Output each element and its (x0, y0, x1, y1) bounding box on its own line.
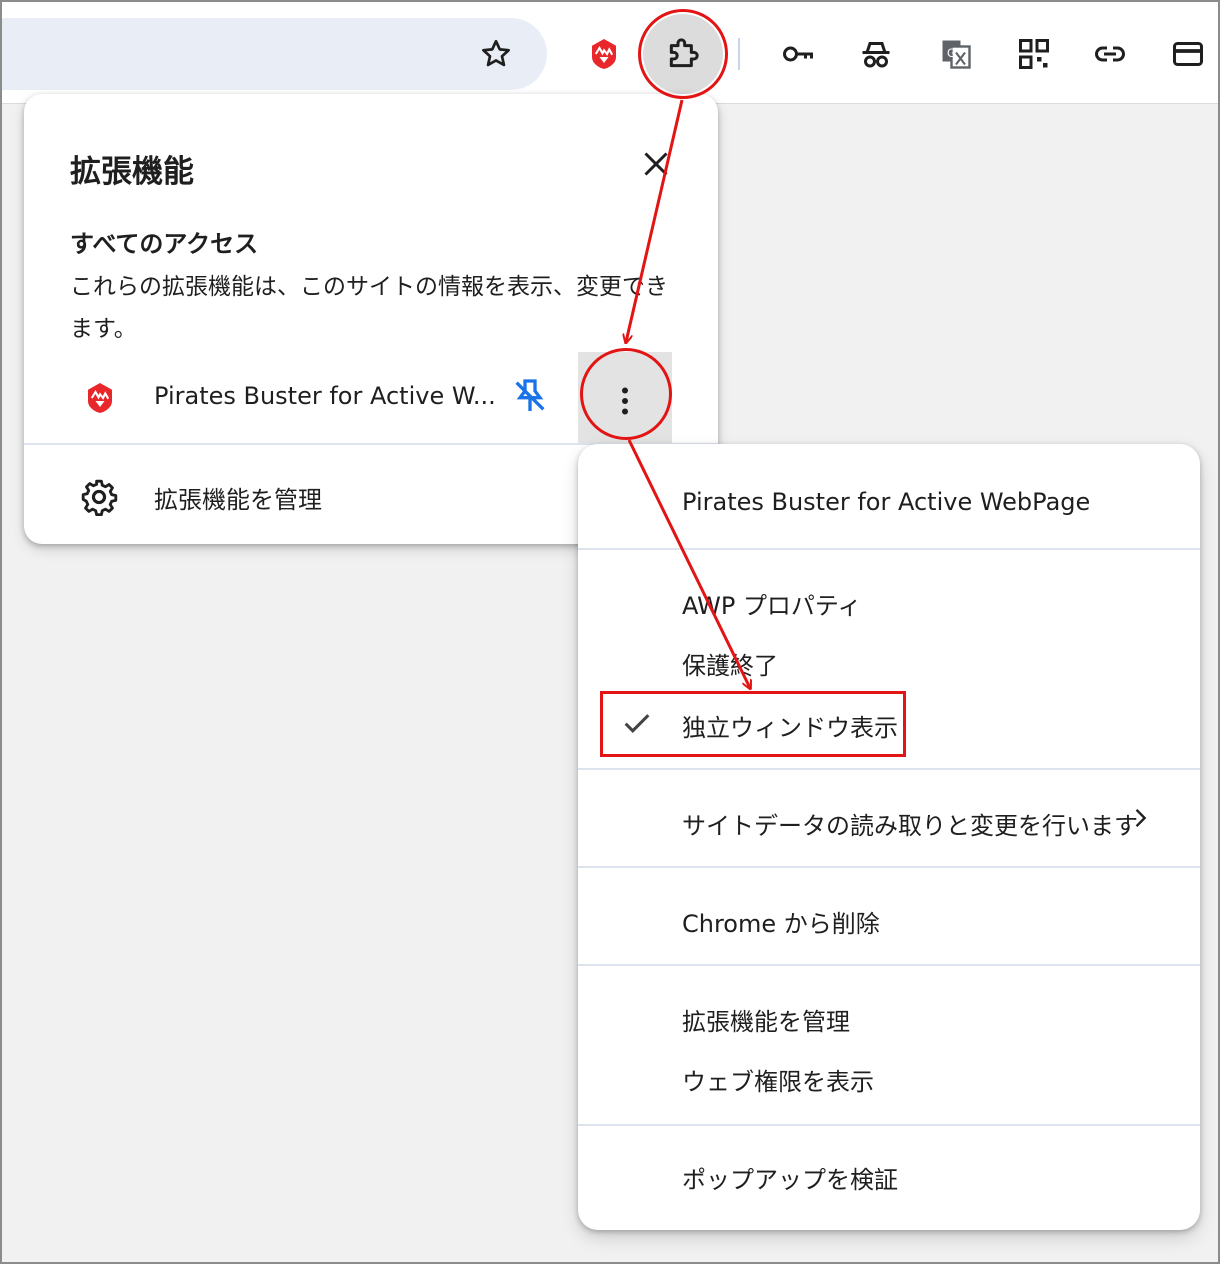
key-icon[interactable] (774, 30, 822, 78)
chevron-right-icon (1135, 809, 1147, 827)
menu-item-awp-properties[interactable]: AWP プロパティ (682, 586, 862, 621)
manage-extensions-link[interactable]: 拡張機能を管理 (154, 480, 322, 515)
access-section-description: これらの拡張機能は、このサイトの情報を表示、変更できます。 (70, 274, 668, 342)
extension-context-menu: Pirates Buster for Active WebPage AWP プロ… (578, 444, 1200, 1230)
menu-item-inspect-popup[interactable]: ポップアップを検証 (682, 1160, 898, 1195)
menu-item-manage-extensions[interactable]: 拡張機能を管理 (682, 1002, 850, 1037)
extension-name: Pirates Buster for Active W... (154, 382, 496, 410)
browser-toolbar: G (2, 2, 1218, 104)
pirates-buster-icon[interactable] (580, 30, 628, 78)
link-icon[interactable] (1086, 30, 1134, 78)
menu-header-extension-name: Pirates Buster for Active WebPage (682, 488, 1091, 516)
svg-text:G: G (947, 46, 956, 60)
close-icon[interactable] (638, 146, 674, 182)
unpin-icon[interactable] (510, 376, 550, 416)
access-section-title: すべてのアクセス (70, 230, 259, 258)
pirates-buster-icon (88, 383, 112, 413)
menu-divider (578, 866, 1200, 868)
menu-divider (578, 964, 1200, 966)
menu-divider (578, 1124, 1200, 1126)
gear-icon (81, 479, 118, 516)
menu-item-view-web-permissions[interactable]: ウェブ権限を表示 (682, 1062, 874, 1097)
panel-title: 拡張機能 (70, 154, 194, 190)
annotation-highlight-box (600, 691, 906, 757)
menu-item-site-data-access[interactable]: サイトデータの読み取りと変更を行います (682, 806, 1138, 841)
menu-item-stop-protection[interactable]: 保護終了 (682, 646, 778, 681)
translate-icon[interactable]: G (932, 30, 980, 78)
menu-divider (578, 768, 1200, 770)
star-icon[interactable] (472, 30, 520, 78)
qr-icon[interactable] (1010, 30, 1058, 78)
menu-item-remove-from-chrome[interactable]: Chrome から削除 (682, 904, 880, 939)
annotation-circle-extensions (638, 9, 728, 99)
annotation-circle-kebab (580, 348, 672, 440)
menu-divider (578, 548, 1200, 550)
card-icon[interactable] (1164, 30, 1212, 78)
toolbar-separator (738, 38, 740, 70)
address-bar[interactable] (2, 18, 547, 90)
spy-icon[interactable] (852, 30, 900, 78)
browser-window: G 拡張機能 すべてのアクセス これらの拡張機能は、このサイトの情報を表示、変更… (0, 0, 1220, 1264)
